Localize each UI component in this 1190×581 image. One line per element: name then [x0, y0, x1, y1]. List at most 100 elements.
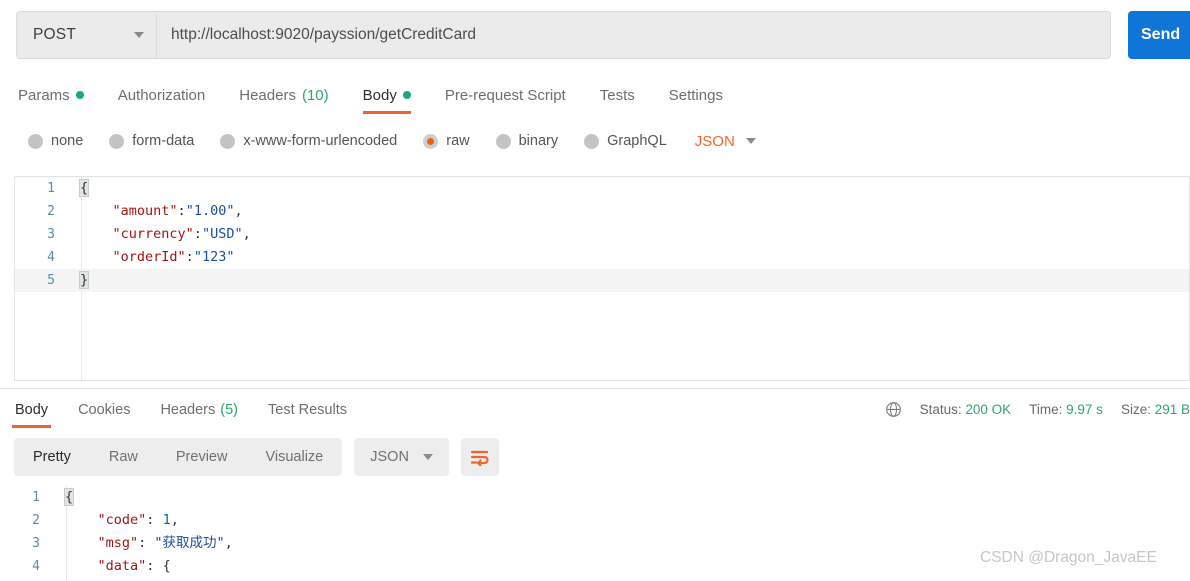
wrap-lines-icon	[470, 450, 489, 466]
code-line: 2 "amount":"1.00",	[15, 200, 1189, 223]
request-tab-body[interactable]: Body	[362, 76, 412, 114]
radio-icon	[584, 133, 600, 149]
code-token: :	[146, 512, 163, 528]
response-view-pretty[interactable]: Pretty	[14, 438, 90, 476]
body-type-form-data[interactable]: form-data	[109, 133, 194, 149]
code-token: ,	[242, 226, 251, 242]
code-line-text[interactable]: "msg": "获取成功",	[52, 532, 233, 555]
body-type-radio-group: none form-data x-www-form-urlencoded raw bin…	[0, 126, 1190, 156]
code-token: "msg"	[97, 535, 139, 551]
code-line-text[interactable]: "currency":"USD",	[67, 223, 251, 246]
code-token: ,	[234, 203, 243, 219]
request-tab-label: Body	[362, 86, 397, 104]
code-token: "code"	[97, 512, 147, 528]
request-tab-authorization[interactable]: Authorization	[118, 76, 206, 114]
send-button[interactable]: Send	[1128, 11, 1190, 59]
size-label-group: Size: 291 B	[1121, 402, 1190, 417]
radio-icon	[220, 133, 236, 149]
line-number: 3	[32, 536, 40, 551]
request-tab-count: (10)	[301, 86, 329, 104]
request-tab-label: Authorization	[117, 86, 206, 104]
request-code-area[interactable]: 1{2 "amount":"1.00", 3 "currency":"USD", 4…	[15, 177, 1189, 380]
response-tab-body[interactable]: Body	[12, 392, 52, 428]
code-line-text[interactable]: "code": 1,	[52, 509, 179, 532]
body-type-label: x-www-form-urlencoded	[243, 133, 398, 149]
code-token: "USD"	[201, 226, 243, 242]
code-line-text[interactable]: "orderId":"123"	[67, 246, 235, 269]
code-token: "1.00"	[185, 203, 235, 219]
line-number: 2	[32, 513, 40, 528]
http-method-select[interactable]: POST	[16, 11, 156, 59]
line-number: 4	[47, 250, 55, 265]
response-tab-headers[interactable]: Headers (5)	[157, 392, 241, 428]
code-token: :	[185, 249, 194, 265]
request-tab-params[interactable]: Params	[18, 76, 84, 114]
code-token: :	[177, 203, 186, 219]
code-token: :	[138, 535, 155, 551]
body-type-GraphQL[interactable]: GraphQL	[584, 133, 667, 149]
code-line: 2 "code": 1,	[0, 509, 1190, 532]
request-tab-label: Settings	[668, 86, 723, 104]
code-token: :	[193, 226, 202, 242]
request-tab-bar: Params Authorization Headers (10) Body Pre-re…	[0, 76, 1190, 116]
radio-icon	[495, 133, 511, 149]
response-tab-label: Headers	[160, 402, 216, 418]
body-type-raw[interactable]: raw	[423, 133, 470, 149]
response-tab-label: Body	[15, 402, 49, 418]
response-view-raw[interactable]: Raw	[90, 438, 157, 476]
url-input[interactable]: http://localhost:9020/payssion/getCredit…	[156, 11, 1111, 59]
radio-icon	[28, 133, 43, 149]
line-number: 4	[32, 559, 40, 574]
body-type-label: binary	[518, 133, 559, 149]
code-token: 1	[162, 512, 171, 528]
code-token: "data"	[97, 558, 147, 574]
code-line-text[interactable]: }	[67, 269, 90, 292]
request-url-row: POST http://localhost:9020/payssion/getC…	[0, 0, 1190, 70]
status-label: Status:	[919, 401, 962, 417]
request-tab-headers[interactable]: Headers (10)	[239, 76, 328, 114]
response-tab-cookies[interactable]: Cookies	[75, 392, 133, 428]
response-view-visualize[interactable]: Visualize	[246, 438, 342, 476]
size-label: Size:	[1120, 401, 1151, 417]
response-format-select[interactable]: JSON	[354, 438, 449, 476]
response-format-label: JSON	[370, 449, 409, 465]
request-tab-pre-request-script[interactable]: Pre-request Script	[445, 76, 566, 114]
code-line-text[interactable]: "amount":"1.00",	[67, 200, 243, 223]
body-type-label: raw	[446, 133, 470, 149]
code-line: 1{	[15, 177, 1189, 200]
watermark: CSDN @Dragon_JavaEE	[980, 549, 1157, 566]
line-number: 2	[47, 204, 55, 219]
code-line: 5}	[15, 269, 1189, 292]
response-view-preview[interactable]: Preview	[157, 438, 247, 476]
request-tab-settings[interactable]: Settings	[669, 76, 723, 114]
request-body-editor[interactable]: 1{2 "amount":"1.00", 3 "currency":"USD", 4…	[14, 176, 1190, 381]
body-type-label: GraphQL	[607, 133, 667, 149]
code-token: {	[63, 488, 75, 506]
chevron-down-icon	[422, 454, 433, 460]
wrap-lines-button[interactable]	[460, 438, 499, 476]
code-line-text[interactable]: "data": {	[52, 555, 171, 578]
postman-window: POST http://localhost:9020/payssion/getC…	[0, 0, 1190, 581]
request-tab-tests[interactable]: Tests	[600, 76, 635, 114]
code-line-text[interactable]: {	[67, 177, 90, 200]
code-line-text[interactable]: {	[52, 486, 75, 509]
request-tab-label: Headers	[239, 86, 296, 104]
line-number: 3	[47, 227, 55, 242]
line-number: 5	[47, 273, 55, 288]
code-token: "orderId"	[112, 249, 186, 265]
body-type-x-www-form-urlencoded[interactable]: x-www-form-urlencoded	[220, 133, 397, 149]
globe-icon	[885, 401, 901, 417]
raw-format-label: JSON	[694, 132, 735, 150]
response-tab-test-results[interactable]: Test Results	[265, 392, 350, 428]
body-type-none[interactable]: none	[28, 133, 83, 149]
code-token: "amount"	[112, 203, 178, 219]
body-type-binary[interactable]: binary	[495, 133, 559, 149]
raw-format-select[interactable]: JSON	[695, 133, 756, 150]
response-viewer-toolbar: Pretty Raw Preview Visualize JSON	[14, 438, 499, 476]
code-token: "123"	[193, 249, 235, 265]
code-token: :	[146, 558, 163, 574]
